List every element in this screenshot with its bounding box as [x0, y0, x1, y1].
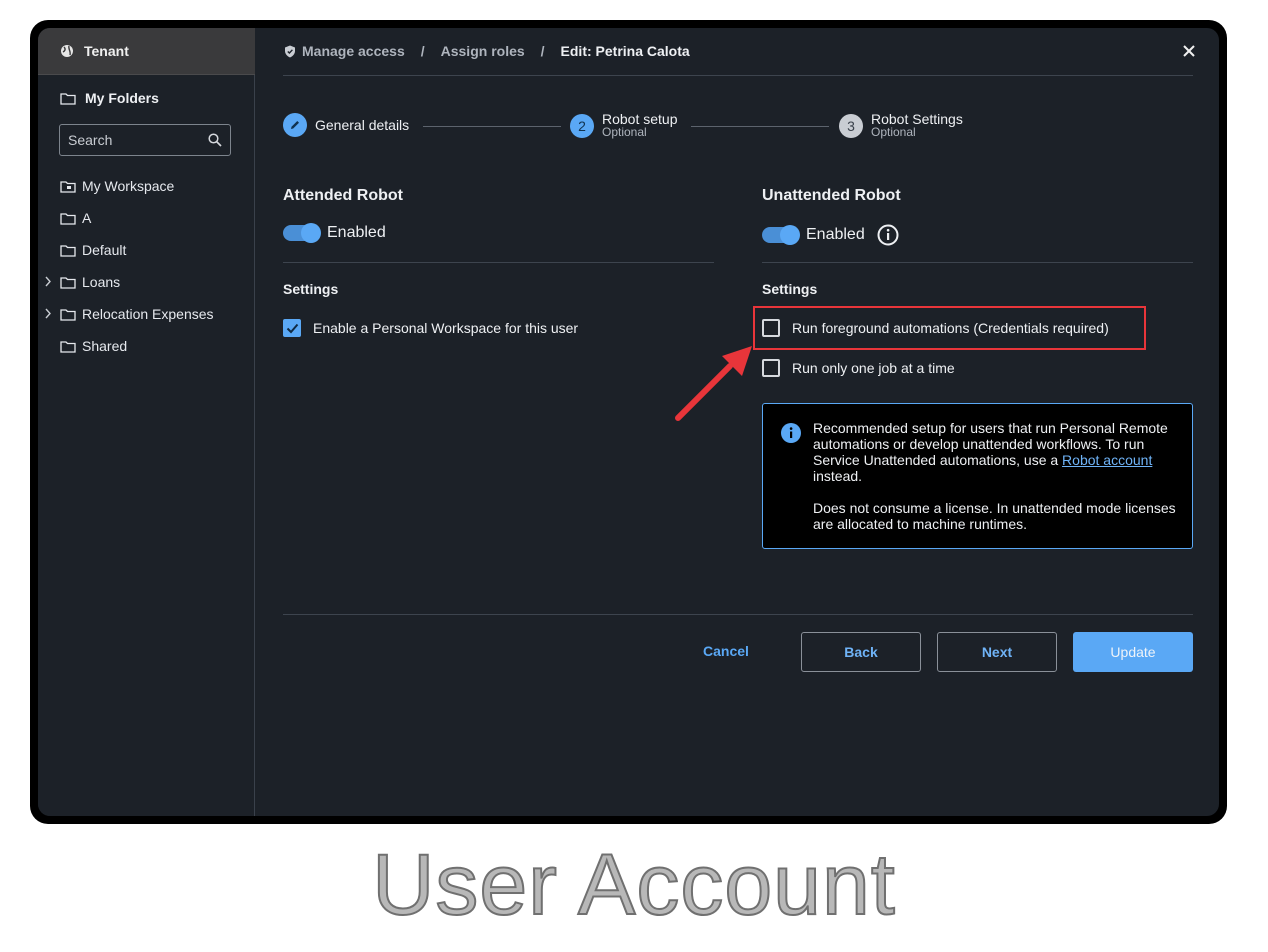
- search-placeholder: Search: [68, 132, 113, 148]
- window-frame: Tenant My Folders Search My Workspace A …: [30, 20, 1227, 824]
- caption-title: User Account: [371, 836, 896, 934]
- breadcrumb-current: Edit: Petrina Calota: [560, 43, 690, 59]
- unattended-robot-title: Unattended Robot: [762, 187, 901, 204]
- folder-icon: [60, 244, 76, 257]
- sidebar-item-default[interactable]: Default: [38, 234, 255, 266]
- info-icon[interactable]: [877, 224, 899, 246]
- info-text-after: instead.: [813, 468, 863, 484]
- sidebar-item-my-workspace[interactable]: My Workspace: [38, 170, 255, 202]
- checkbox-unchecked: [762, 359, 780, 377]
- folder-tree: My Workspace A Default Loans Relocation …: [38, 170, 255, 362]
- toggle-knob: [301, 223, 321, 243]
- attended-robot-title: Attended Robot: [283, 187, 403, 204]
- unattended-settings-label: Settings: [762, 281, 818, 297]
- my-folders-label: My Folders: [85, 90, 159, 106]
- attended-settings-label: Settings: [283, 281, 339, 297]
- breadcrumb-assign-roles[interactable]: Assign roles: [441, 43, 525, 59]
- header-divider: [283, 75, 1193, 76]
- next-button[interactable]: Next: [937, 632, 1057, 672]
- sidebar-item-relocation-expenses[interactable]: Relocation Expenses: [38, 298, 255, 330]
- step-title: General details: [315, 116, 410, 133]
- attended-enabled-toggle[interactable]: Enabled: [283, 223, 386, 243]
- chevron-right-icon[interactable]: [44, 308, 52, 319]
- step-subtitle: Optional: [871, 125, 916, 139]
- robot-account-link[interactable]: Robot account: [1062, 452, 1152, 468]
- personal-workspace-checkbox[interactable]: Enable a Personal Workspace for this use…: [283, 319, 578, 337]
- step-subtitle: Optional: [602, 125, 647, 139]
- sidebar-item-label: Shared: [82, 338, 128, 354]
- main-panel: Manage access / Assign roles / Edit: Pet…: [255, 28, 1219, 816]
- sidebar-item-label: A: [82, 210, 92, 226]
- breadcrumb: Manage access / Assign roles / Edit: Pet…: [284, 42, 690, 60]
- attended-divider: [283, 262, 714, 263]
- breadcrumb-separator: /: [420, 43, 425, 59]
- check-icon: [286, 323, 298, 333]
- unattended-enabled-toggle[interactable]: Enabled: [762, 224, 899, 246]
- checkbox-label: Run only one job at a time: [792, 360, 955, 376]
- step-general-details[interactable]: General details: [283, 113, 409, 137]
- stepper: General details 2 Robot setup Optional 3…: [283, 112, 1193, 153]
- toggle-track: [283, 223, 321, 243]
- checkbox-checked: [283, 319, 301, 337]
- toggle-label: Enabled: [806, 226, 865, 243]
- step-number: 3: [839, 114, 863, 138]
- step-robot-setup[interactable]: 2 Robot setup Optional: [570, 112, 678, 139]
- folder-icon: [60, 276, 76, 289]
- footer-divider: [283, 614, 1193, 615]
- info-icon: [781, 423, 801, 443]
- sidebar-item-a[interactable]: A: [38, 202, 255, 234]
- step-complete-badge: [283, 113, 307, 137]
- sidebar-item-shared[interactable]: Shared: [38, 330, 255, 362]
- shield-icon: [285, 45, 295, 57]
- step-connector: [691, 126, 829, 127]
- folder-icon: [60, 92, 76, 105]
- step-robot-settings[interactable]: 3 Robot Settings Optional: [839, 112, 963, 139]
- search-icon[interactable]: [208, 133, 222, 147]
- folder-search-input[interactable]: Search: [59, 124, 231, 156]
- tenant-item[interactable]: Tenant: [38, 28, 255, 75]
- folder-icon: [60, 308, 76, 321]
- folder-icon: [60, 212, 76, 225]
- sidebar-item-label: Default: [82, 242, 127, 258]
- folder-icon: [60, 340, 76, 353]
- run-one-job-checkbox[interactable]: Run only one job at a time: [762, 359, 955, 377]
- info-text-1: Recommended setup for users that run Per…: [813, 420, 1176, 484]
- annotation-arrow: [675, 346, 752, 421]
- tenant-label: Tenant: [84, 43, 129, 59]
- toggle-track: [762, 225, 800, 245]
- sidebar-item-label: Loans: [82, 274, 121, 290]
- workspace-folder-icon: [60, 180, 76, 193]
- breadcrumb-manage-access[interactable]: Manage access: [302, 43, 405, 59]
- sidebar-item-loans[interactable]: Loans: [38, 266, 255, 298]
- pencil-icon: [291, 121, 299, 129]
- sidebar-item-label: My Workspace: [82, 178, 175, 194]
- step-number: 2: [570, 114, 594, 138]
- sidebar: Tenant My Folders Search My Workspace A …: [38, 28, 255, 816]
- unattended-divider: [762, 262, 1193, 263]
- my-folders-header[interactable]: My Folders: [60, 90, 159, 106]
- checkbox-label: Enable a Personal Workspace for this use…: [313, 320, 579, 336]
- annotation-highlight-box: [753, 306, 1146, 350]
- info-callout: Recommended setup for users that run Per…: [762, 403, 1193, 549]
- breadcrumb-separator: /: [540, 43, 545, 59]
- toggle-knob: [780, 225, 800, 245]
- globe-icon: [61, 45, 73, 57]
- chevron-right-icon[interactable]: [44, 276, 52, 287]
- update-button[interactable]: Update: [1073, 632, 1193, 672]
- cancel-button[interactable]: Cancel: [703, 643, 749, 659]
- toggle-label: Enabled: [327, 224, 386, 241]
- close-icon[interactable]: [1182, 44, 1196, 58]
- sidebar-item-label: Relocation Expenses: [82, 306, 214, 322]
- info-text-2: Does not consume a license. In unattende…: [813, 500, 1176, 532]
- step-connector: [423, 126, 561, 127]
- app-window: Tenant My Folders Search My Workspace A …: [38, 28, 1219, 816]
- back-button[interactable]: Back: [801, 632, 921, 672]
